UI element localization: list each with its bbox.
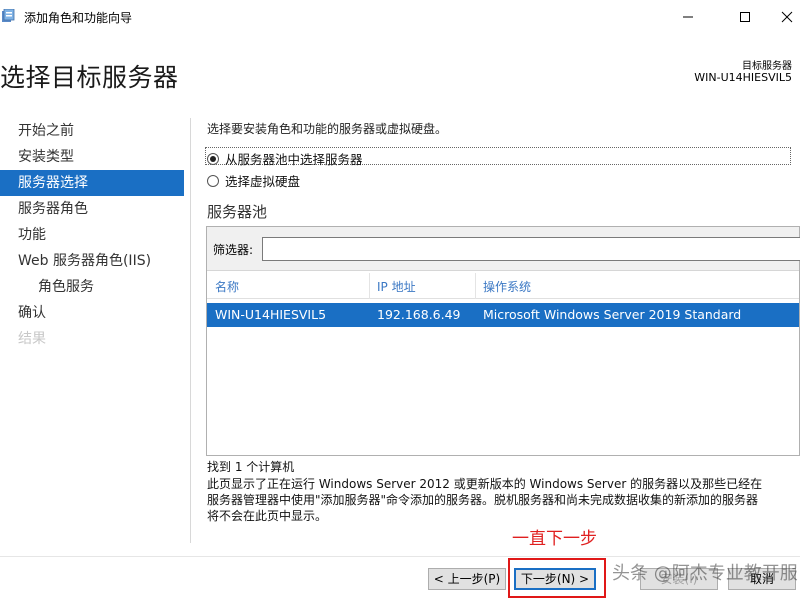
radio-unchecked-icon[interactable] bbox=[207, 174, 219, 187]
nav-item-role-services[interactable]: 角色服务 bbox=[0, 274, 184, 300]
column-header-ip[interactable]: IP 地址 bbox=[377, 278, 416, 295]
nav-item-before-you-begin[interactable]: 开始之前 bbox=[0, 118, 184, 144]
nav-item-features[interactable]: 功能 bbox=[0, 222, 184, 248]
column-header-os[interactable]: 操作系统 bbox=[483, 278, 531, 295]
radio-vhd-label: 选择虚拟硬盘 bbox=[225, 174, 301, 189]
close-icon bbox=[781, 11, 793, 23]
description-line: 将不会在此页中显示。 bbox=[207, 509, 328, 523]
column-divider[interactable] bbox=[369, 273, 370, 299]
cell-server-os: Microsoft Windows Server 2019 Standard bbox=[483, 307, 742, 322]
close-button[interactable] bbox=[764, 0, 800, 34]
radio-select-vhd[interactable]: 选择虚拟硬盘 bbox=[207, 171, 300, 190]
page-title: 选择目标服务器 bbox=[0, 63, 179, 92]
previous-button[interactable]: < 上一步(P) bbox=[428, 568, 506, 590]
nav-item-results: 结果 bbox=[18, 331, 46, 347]
radio-checked-icon[interactable] bbox=[207, 152, 219, 165]
window-title: 添加角色和功能向导 bbox=[24, 11, 133, 25]
title-bar: 添加角色和功能向导 bbox=[0, 0, 800, 34]
nav-item-installation-type[interactable]: 安装类型 bbox=[0, 144, 184, 170]
destination-server-label: 目标服务器 bbox=[742, 61, 792, 72]
nav-item-web-server-role[interactable]: Web 服务器角色(IIS) bbox=[0, 248, 184, 274]
nav-item-server-selection[interactable]: 服务器选择 bbox=[0, 170, 184, 196]
radio-select-from-pool[interactable]: 从服务器池中选择服务器 bbox=[207, 149, 363, 168]
server-pool-heading: 服务器池 bbox=[207, 203, 268, 221]
maximize-icon bbox=[740, 12, 750, 22]
nav-item-confirmation[interactable]: 确认 bbox=[0, 300, 184, 326]
minimize-button[interactable] bbox=[665, 0, 711, 34]
nav-divider bbox=[190, 118, 191, 543]
cell-server-ip: 192.168.6.49 bbox=[377, 307, 461, 322]
filter-label: 筛选器: bbox=[213, 243, 254, 257]
destination-server-value: WIN-U14HIESVIL5 bbox=[694, 71, 792, 84]
description-line: 服务器管理器中使用"添加服务器"命令添加的服务器。脱机服务器和尚未完成数据收集的… bbox=[207, 493, 759, 507]
maximize-button[interactable] bbox=[722, 0, 768, 34]
cell-server-name: WIN-U14HIESVIL5 bbox=[215, 307, 327, 322]
annotation-text: 一直下一步 bbox=[512, 529, 597, 549]
watermark: 头条 @阿杰专业教开服 bbox=[612, 563, 798, 584]
found-count: 找到 1 个计算机 bbox=[207, 460, 295, 474]
instruction-text: 选择要安装角色和功能的服务器或虚拟硬盘。 bbox=[207, 122, 448, 136]
footer-divider bbox=[0, 556, 800, 557]
nav-item-server-roles[interactable]: 服务器角色 bbox=[0, 196, 184, 222]
column-header-name[interactable]: 名称 bbox=[215, 278, 239, 295]
radio-pool-label: 从服务器池中选择服务器 bbox=[225, 152, 363, 167]
description-line: 此页显示了正在运行 Windows Server 2012 或更新版本的 Win… bbox=[207, 477, 763, 491]
description-text: 此页显示了正在运行 Windows Server 2012 或更新版本的 Win… bbox=[207, 476, 800, 524]
filter-bar: 筛选器: bbox=[207, 227, 800, 271]
filter-input[interactable] bbox=[262, 237, 800, 261]
minimize-icon bbox=[683, 16, 693, 18]
app-icon bbox=[2, 8, 16, 23]
annotation-highlight-box bbox=[508, 558, 606, 598]
server-pool-panel: 筛选器: 名称 IP 地址 操作系统 WIN-U14HIESVIL5 192.1… bbox=[206, 226, 800, 456]
column-divider[interactable] bbox=[475, 273, 476, 299]
table-header: 名称 IP 地址 操作系统 bbox=[207, 273, 799, 299]
table-row[interactable]: WIN-U14HIESVIL5 192.168.6.49 Microsoft W… bbox=[207, 303, 799, 327]
